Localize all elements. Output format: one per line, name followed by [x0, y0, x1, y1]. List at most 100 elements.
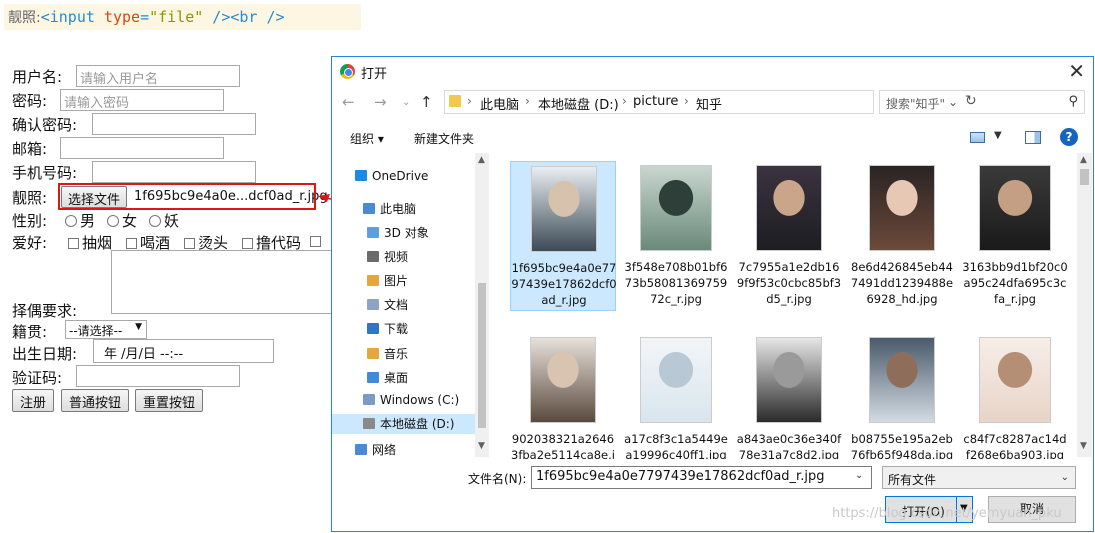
forward-icon[interactable]: → [374, 93, 387, 111]
chevron-down-icon: ⌄ [1060, 472, 1069, 483]
file-thumbnail [869, 337, 935, 423]
breadcrumb-zhihu[interactable]: 知乎 [696, 94, 722, 113]
file-thumbnail [756, 165, 822, 251]
nav-item-label: 本地磁盘 (D:) [380, 417, 455, 431]
nav-item-icon [363, 418, 375, 429]
up-icon[interactable]: ↑ [420, 93, 433, 111]
files-scroll-thumb[interactable] [1080, 169, 1089, 185]
file-thumbnail [869, 165, 935, 251]
file-name: c84f7c8287ac14df268e6ba903.jpg [963, 432, 1067, 459]
nav-item[interactable]: 下载 [367, 320, 408, 337]
nav-item-icon [367, 348, 379, 359]
dialog-title: 打开 [361, 67, 388, 82]
recent-dropdown-icon[interactable]: ⌄ [402, 97, 410, 108]
nav-item-icon [367, 227, 379, 238]
chevron-down-icon[interactable]: ▼ [994, 130, 1002, 141]
file-thumbnail [531, 166, 597, 252]
file-tile[interactable]: 7c7955a1e2db169f9f53c0cbc85bf3d5_r.jpg [736, 161, 842, 311]
file-thumbnail [640, 337, 712, 423]
nav-item-icon [367, 251, 379, 262]
nav-item-icon [355, 444, 367, 455]
search-placeholder: 搜索"知乎" [886, 97, 946, 111]
dialog-title-bar[interactable]: 打开 ✕ [332, 57, 1093, 87]
nav-item-icon [363, 203, 375, 214]
scroll-down-icon[interactable]: ▼ [478, 441, 485, 451]
nav-item[interactable]: 桌面 [367, 369, 408, 386]
file-open-dialog: 打开 ✕ ← → ⌄ ↑ › 此电脑 › 本地磁盘 (D:) › picture… [331, 56, 1094, 532]
file-name: 3163bb9d1bf20c0a95c24dfa695c3cfa_r.jpg [962, 260, 1068, 306]
file-tile[interactable]: 1f695bc9e4a0e7797439e17862dcf0ad_r.jpg [510, 161, 617, 311]
nav-item-icon [367, 299, 379, 310]
nav-item-label: 文档 [384, 298, 409, 312]
preview-pane-icon[interactable] [1025, 131, 1041, 144]
file-tile[interactable]: 8e6d426845eb447491dd1239488e6928_hd.jpg [849, 161, 955, 311]
nav-item-label: 下载 [384, 322, 409, 336]
nav-scroll-thumb[interactable] [478, 283, 486, 428]
nav-item-label: OneDrive [372, 169, 429, 183]
nav-item-icon [367, 372, 379, 383]
scroll-down-icon[interactable]: ▼ [1080, 441, 1087, 451]
address-bar[interactable]: › 此电脑 › 本地磁盘 (D:) › picture › 知乎 ⌄ ↻ [444, 90, 977, 114]
file-tile[interactable]: a843ae0c36e340f78e31a7c8d2.jpg [736, 333, 842, 459]
search-input[interactable]: 搜索"知乎" ⚲ [879, 90, 1085, 114]
nav-item-label: Windows (C:) [380, 393, 460, 407]
filename-label: 文件名(N): [468, 472, 527, 486]
file-thumbnail [979, 337, 1051, 423]
scroll-up-icon[interactable]: ▲ [1080, 155, 1087, 165]
file-tile[interactable]: b08755e195a2eb76fb65f948da.jpg [849, 333, 955, 459]
command-bar: 组织 ▾ 新建文件夹 ▼ ? [332, 125, 1093, 151]
nav-item-label: 桌面 [384, 371, 409, 385]
breadcrumb-separator-icon: › [684, 94, 689, 108]
nav-item[interactable]: OneDrive [355, 169, 428, 183]
filename-input[interactable]: 1f695bc9e4a0e7797439e17862dcf0ad_r.jpg [531, 466, 872, 489]
nav-item-icon [367, 323, 379, 334]
nav-scrollbar[interactable]: ▲ ▼ [475, 153, 489, 457]
file-thumbnail [530, 337, 596, 423]
nav-item[interactable]: 网络 [355, 441, 396, 457]
nav-item[interactable]: 3D 对象 [367, 224, 429, 241]
files-scrollbar[interactable]: ▲ ▼ [1077, 153, 1092, 457]
breadcrumb-this-pc[interactable]: 此电脑 [480, 94, 519, 113]
close-icon[interactable]: ✕ [1068, 59, 1085, 83]
file-name: 3f548e708b01bf673b5808136975972c_r.jpg [624, 260, 728, 306]
nav-item[interactable]: 音乐 [367, 345, 408, 362]
nav-item[interactable]: 文档 [367, 296, 408, 313]
file-tile[interactable]: 902038321a26463fba2e5114ca8e.jpg [510, 333, 616, 459]
nav-item-label: 图片 [384, 274, 409, 288]
nav-item-label: 视频 [384, 250, 409, 264]
nav-item[interactable]: 图片 [367, 272, 408, 289]
file-grid: 1f695bc9e4a0e7797439e17862dcf0ad_r.jpg 3f… [500, 153, 1088, 459]
new-folder-button[interactable]: 新建文件夹 [414, 130, 474, 147]
filetype-value: 所有文件 [888, 473, 937, 487]
back-icon[interactable]: ← [342, 93, 355, 111]
search-icon[interactable]: ⚲ [1068, 94, 1078, 109]
file-tile[interactable]: 3f548e708b01bf673b5808136975972c_r.jpg [623, 161, 729, 311]
nav-item[interactable]: 视频 [367, 248, 408, 265]
nav-item[interactable]: 此电脑 [363, 200, 416, 217]
file-name: 902038321a26463fba2e5114ca8e.jpg [511, 432, 615, 459]
file-tile[interactable]: 3163bb9d1bf20c0a95c24dfa695c3cfa_r.jpg [962, 161, 1068, 311]
help-icon[interactable]: ? [1060, 128, 1078, 146]
navigation-pane: OneDrive 此电脑 3D 对象视频图片文档下载音乐桌面 Windows (C:)… [332, 153, 489, 457]
file-name: 8e6d426845eb447491dd1239488e6928_hd.jpg [850, 260, 954, 306]
file-thumbnail [756, 337, 822, 423]
scroll-up-icon[interactable]: ▲ [478, 155, 485, 165]
file-tile[interactable]: a17c8f3c1a5449ea19996c40ff1.jpg [623, 333, 729, 459]
filetype-select[interactable]: 所有文件 ⌄ [882, 466, 1076, 489]
chevron-down-icon[interactable]: ⌄ [855, 470, 863, 481]
view-options-icon[interactable] [970, 132, 985, 143]
file-thumbnail [979, 165, 1051, 251]
chrome-icon [340, 64, 355, 79]
nav-item-icon [355, 170, 367, 181]
organize-menu[interactable]: 组织 ▾ [350, 130, 384, 147]
file-name: b08755e195a2eb76fb65f948da.jpg [850, 432, 954, 459]
nav-item[interactable]: 本地磁盘 (D:) [332, 414, 475, 434]
dialog-footer: 文件名(N): 1f695bc9e4a0e7797439e17862dcf0ad… [332, 461, 1093, 533]
breadcrumb-drive-d[interactable]: 本地磁盘 (D:) [538, 94, 619, 113]
file-name: 1f695bc9e4a0e7797439e17862dcf0ad_r.jpg [511, 261, 617, 307]
nav-item[interactable]: Windows (C:) [363, 393, 459, 407]
file-tile[interactable]: c84f7c8287ac14df268e6ba903.jpg [962, 333, 1068, 459]
nav-item-label: 此电脑 [380, 202, 417, 216]
breadcrumb-picture[interactable]: picture [633, 94, 678, 109]
nav-item-label: 音乐 [384, 347, 409, 361]
